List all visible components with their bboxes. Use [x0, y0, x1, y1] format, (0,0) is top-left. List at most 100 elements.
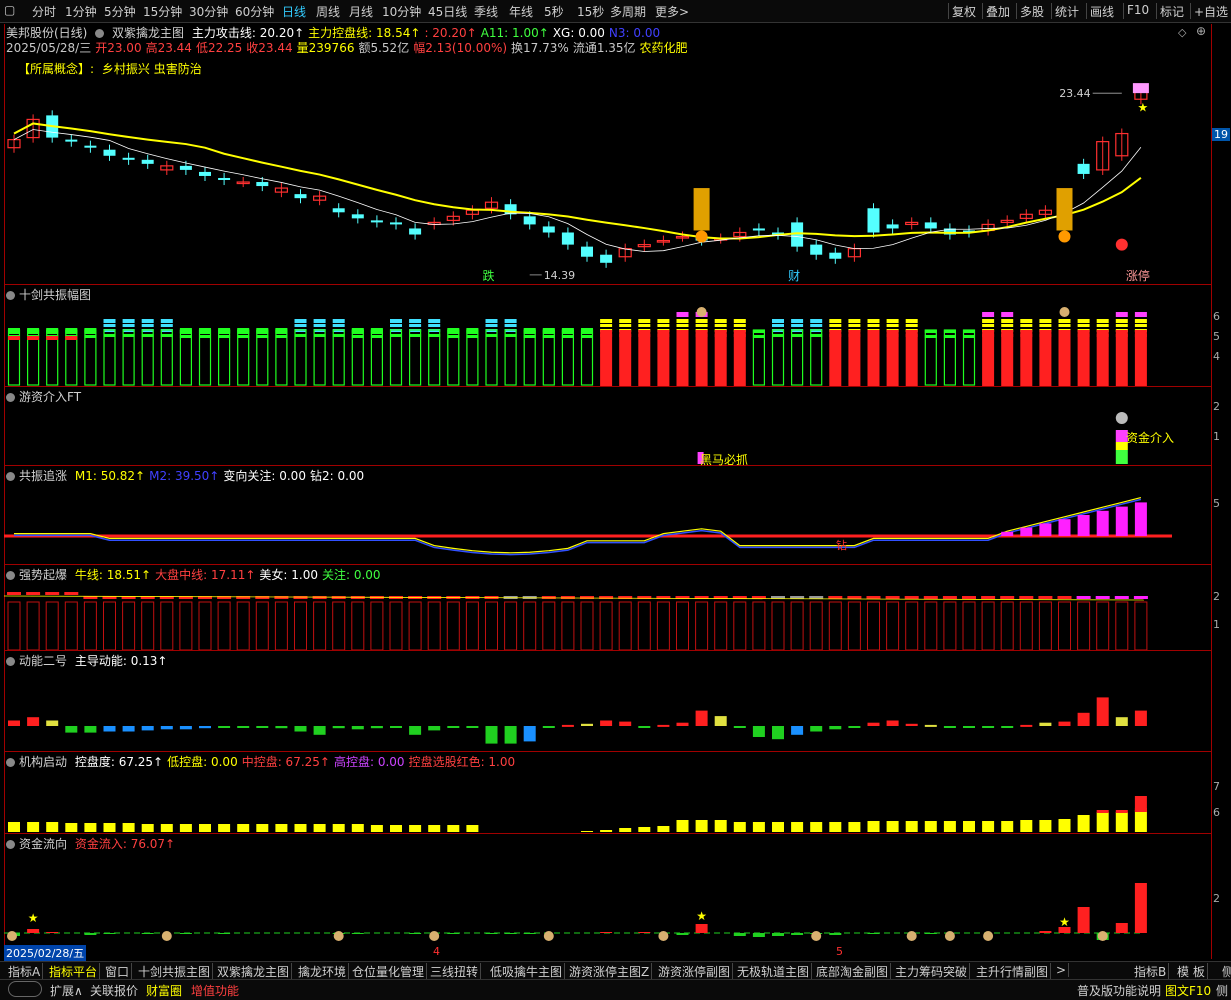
candlestick-chart[interactable]: ★ 23.44 14.39 跌 财 涨停 [4, 75, 1211, 285]
period-tab[interactable]: 周线 [316, 3, 340, 20]
indicator-tab[interactable]: > [1054, 963, 1070, 977]
frame-bar [962, 601, 976, 650]
indicator-tab[interactable]: 主力筹码突破 [893, 963, 971, 980]
tab-right-button[interactable]: 指标B [1132, 963, 1170, 980]
toolbar-button[interactable]: 复权 [952, 3, 976, 20]
resonance-bar [1077, 330, 1090, 386]
indicator-tab[interactable]: 擒龙环境 [296, 963, 350, 980]
resonance-bar [84, 329, 97, 386]
indicator-tab[interactable]: 十剑共振主图 [136, 963, 214, 980]
period-tab[interactable]: 更多> [655, 3, 689, 20]
resonance-bars[interactable] [4, 300, 1211, 386]
period-tab[interactable]: 月线 [349, 3, 373, 20]
capital-flow-chart[interactable]: ★ ★ ★ [4, 848, 1211, 946]
status-button[interactable]: 图文F10 [1165, 982, 1211, 999]
toolbar-button[interactable]: 统计 [1055, 3, 1079, 20]
collapse-icon[interactable] [6, 291, 15, 300]
quote-value: 收23.44 [246, 41, 293, 55]
diamond-icon[interactable]: ◇ [1178, 26, 1186, 39]
momentum-bar [8, 720, 20, 726]
toolbar-button[interactable]: F10 [1127, 3, 1149, 17]
collapse-icon[interactable] [95, 29, 105, 38]
institution-chart[interactable] [4, 766, 1211, 833]
frame-bar [905, 601, 919, 650]
momentum-chart[interactable] [4, 665, 1211, 751]
breakout-chart[interactable] [4, 580, 1211, 650]
period-tab[interactable]: 年线 [509, 3, 533, 20]
indicator-tab[interactable]: 游资涨停副图 [656, 963, 734, 980]
bar-seg [447, 335, 460, 338]
bar-seg [370, 335, 383, 338]
period-tab[interactable]: 30分钟 [189, 3, 228, 20]
period-tab[interactable]: 10分钟 [382, 3, 421, 20]
frame-bar [160, 601, 174, 650]
bar-cap [199, 328, 211, 334]
stock-title[interactable]: 美邦股份(日线) [6, 26, 87, 40]
indicator-tab[interactable]: 无极轨道主图 [735, 963, 813, 980]
status-button[interactable]: 财富圈 [146, 982, 182, 999]
tab-right-button[interactable]: 侧 [1220, 963, 1231, 980]
period-tab[interactable]: 分时 [32, 3, 56, 20]
bar-cap [619, 319, 632, 323]
period-tab[interactable]: 季线 [474, 3, 498, 20]
flow-bar [1115, 923, 1128, 933]
bar-cap [695, 319, 708, 323]
indicator-tab[interactable]: 仓位量化管理 [350, 963, 428, 980]
indicator-tab[interactable]: 三线扭转 [428, 963, 482, 980]
indicator-tab[interactable]: 双紫擒龙主图 [215, 963, 293, 980]
status-button[interactable]: 扩展∧ [50, 982, 83, 999]
flow-bar [27, 929, 40, 933]
indicator-tab[interactable]: 指标平台 [47, 963, 101, 980]
toolbar-button[interactable]: +自选 [1194, 3, 1228, 20]
indicator-tab[interactable]: 指标A [6, 963, 44, 980]
tab-right-button[interactable]: 模 板 [1175, 963, 1208, 980]
period-tab[interactable]: 15秒 [577, 3, 604, 20]
indicator-tab[interactable]: 主升行情副图 [974, 963, 1052, 980]
period-tab[interactable]: 45日线 [428, 3, 467, 20]
period-tab[interactable]: 5分钟 [104, 3, 136, 20]
resonance-bar [389, 329, 403, 386]
resonance-chase-chart[interactable] [4, 480, 1211, 564]
zoom-icon[interactable]: ⊕ [1196, 24, 1206, 38]
m2-line [14, 498, 1142, 556]
frame-bar [867, 601, 880, 650]
hot-money-panel[interactable] [4, 400, 1211, 465]
toolbar-button[interactable]: 多股 [1020, 3, 1044, 20]
toolbar-button[interactable]: 叠加 [986, 3, 1010, 20]
toolbar-toggle-icon[interactable]: ▢ [4, 3, 15, 17]
period-tab[interactable]: 日线 [282, 3, 306, 20]
indicator-tab[interactable]: 窗口 [103, 963, 133, 980]
status-button[interactable]: 关联报价 [90, 982, 138, 999]
resonance-bar [580, 329, 594, 386]
flow-bar [46, 932, 59, 933]
momentum-bar [332, 726, 345, 729]
indicator-name[interactable]: 双紫擒龙主图 [112, 26, 184, 40]
collapse-icon[interactable] [6, 571, 15, 580]
period-tab[interactable]: 60分钟 [235, 3, 274, 20]
period-tab[interactable]: 多周期 [610, 3, 646, 20]
toggle-switch[interactable] [8, 981, 42, 997]
bar-seg [772, 334, 784, 337]
top-mark [64, 592, 79, 595]
period-tab[interactable]: 1分钟 [65, 3, 97, 20]
concept-values[interactable]: 乡村振兴 虫害防治 [102, 62, 202, 76]
flow-bar [867, 933, 880, 934]
money-bag-icon [658, 931, 669, 941]
bar-cap [561, 328, 574, 334]
indicator-tab[interactable]: 游资涨停主图Z [567, 963, 653, 980]
indicator-tab[interactable]: 底部淘金副图 [814, 963, 892, 980]
status-button[interactable]: 普及版功能说明 [1077, 982, 1161, 999]
bar-seg [1039, 324, 1052, 327]
control-bar [27, 822, 40, 832]
status-button[interactable]: 侧 [1216, 982, 1228, 999]
period-tab[interactable]: 15分钟 [143, 3, 182, 20]
bar-seg [676, 324, 689, 327]
toolbar-button[interactable]: 标记 [1160, 3, 1184, 20]
candle [84, 145, 97, 148]
control-bar [141, 824, 154, 832]
toolbar-button[interactable]: 画线 [1090, 3, 1114, 20]
period-tab[interactable]: 5秒 [544, 3, 564, 20]
indicator-tab[interactable]: 低吸擒牛主图 [488, 963, 566, 980]
status-button[interactable]: 增值功能 [191, 982, 239, 999]
candle [810, 244, 823, 255]
